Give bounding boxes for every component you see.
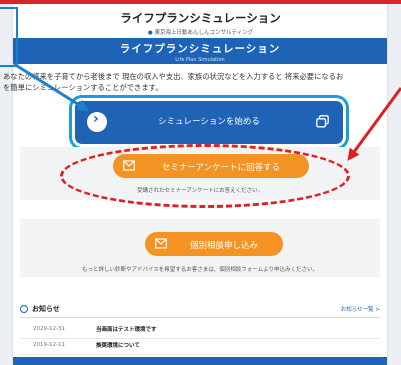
- consult-note: もっと詳しい診断やアドバイスを希望するお客さまは、個別相談フォームより申込みくだ…: [81, 267, 319, 273]
- start-simulation-label: シミュレーションを始める: [158, 117, 260, 127]
- company-logo: ● 東京海上日動あんしんコンサルティング: [0, 28, 401, 36]
- news-date: 2029-12-31: [33, 326, 65, 332]
- company-name: 東京海上日動あんしんコンサルティング: [154, 30, 254, 36]
- news-text: 当画面はテスト環境です: [96, 327, 157, 333]
- consult-button[interactable]: 個別相談申し込み: [145, 232, 283, 256]
- copy-icon: [316, 115, 329, 128]
- news-text: 推奨環境について: [96, 343, 140, 349]
- news-view-all-link[interactable]: お知らせ一覧 >: [341, 305, 380, 313]
- intro-line-2: を簡単にシミュレーションすることができます。: [3, 83, 163, 92]
- annotation-box: [0, 7, 18, 67]
- consult-button-label: 個別相談申し込み: [189, 241, 258, 251]
- banner-title: ライフプランシミュレーション: [119, 43, 281, 55]
- footer-bar: [13, 357, 387, 365]
- news-item[interactable]: 2019-12-11 推奨環境について: [20, 338, 380, 355]
- news-date: 2019-12-11: [33, 342, 65, 348]
- intro-line-1: あなたの将来を子育てから老後まで 現在の収入や支出、家族の状況などを入力すると …: [3, 72, 344, 81]
- title-banner: ライフプランシミュレーション Life Plan Simulation: [13, 38, 387, 64]
- intro-text: あなたの将来を子育てから老後まで 現在の収入や支出、家族の状況などを入力すると …: [0, 71, 401, 93]
- highlight-dashed-ellipse: [60, 144, 350, 208]
- circle-icon: [20, 305, 28, 313]
- news-item[interactable]: 2029-12-31 当画面はテスト環境です: [20, 322, 380, 339]
- start-simulation-button[interactable]: › シミュレーションを始める: [75, 101, 343, 144]
- news-header: お知らせ お知らせ一覧 >: [20, 303, 380, 318]
- banner-subtitle: Life Plan Simulation: [175, 57, 225, 63]
- envelope-icon: [155, 238, 167, 249]
- news-title: お知らせ: [32, 305, 60, 313]
- header-title: ライフプランシミュレーション: [120, 11, 281, 25]
- logo-icon: ●: [147, 30, 153, 36]
